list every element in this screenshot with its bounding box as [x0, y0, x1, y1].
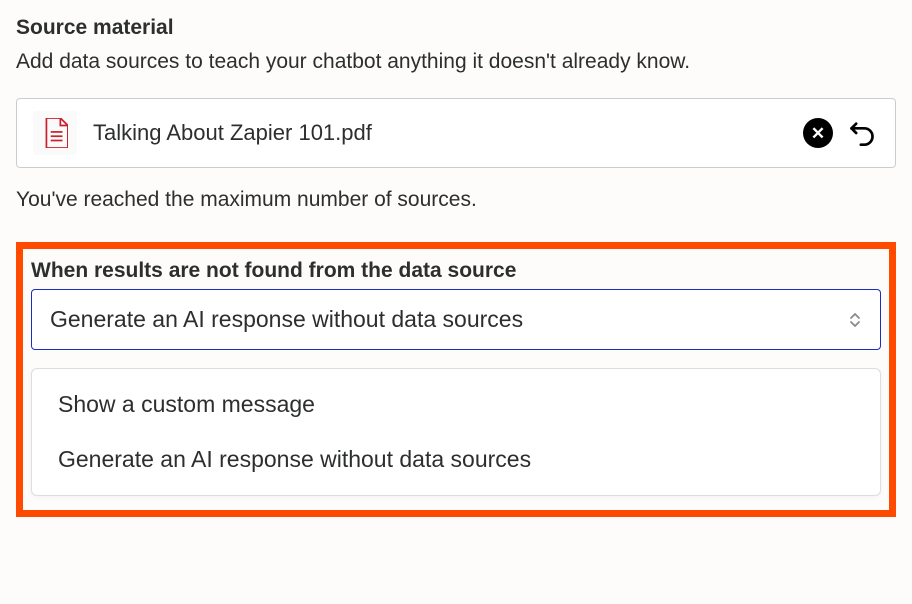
source-file-row: Talking About Zapier 101.pdf ✕ [16, 98, 896, 168]
section-subtitle: Add data sources to teach your chatbot a… [16, 50, 896, 74]
section-title: Source material [16, 16, 896, 40]
fallback-section-highlight: When results are not found from the data… [16, 242, 896, 517]
source-filename: Talking About Zapier 101.pdf [93, 120, 791, 146]
fallback-label: When results are not found from the data… [31, 259, 881, 283]
pdf-file-icon [33, 111, 77, 155]
max-sources-notice: You've reached the maximum number of sou… [16, 188, 896, 212]
fallback-dropdown: Show a custom message Generate an AI res… [31, 368, 881, 496]
chevron-updown-icon [848, 311, 862, 329]
undo-button[interactable] [845, 116, 879, 150]
fallback-select[interactable]: Generate an AI response without data sou… [31, 289, 881, 350]
fallback-select-value: Generate an AI response without data sou… [50, 306, 523, 333]
undo-icon [848, 119, 876, 147]
fallback-option[interactable]: Generate an AI response without data sou… [32, 432, 880, 487]
remove-source-button[interactable]: ✕ [801, 116, 835, 150]
close-icon: ✕ [803, 118, 833, 148]
fallback-option[interactable]: Show a custom message [32, 377, 880, 432]
